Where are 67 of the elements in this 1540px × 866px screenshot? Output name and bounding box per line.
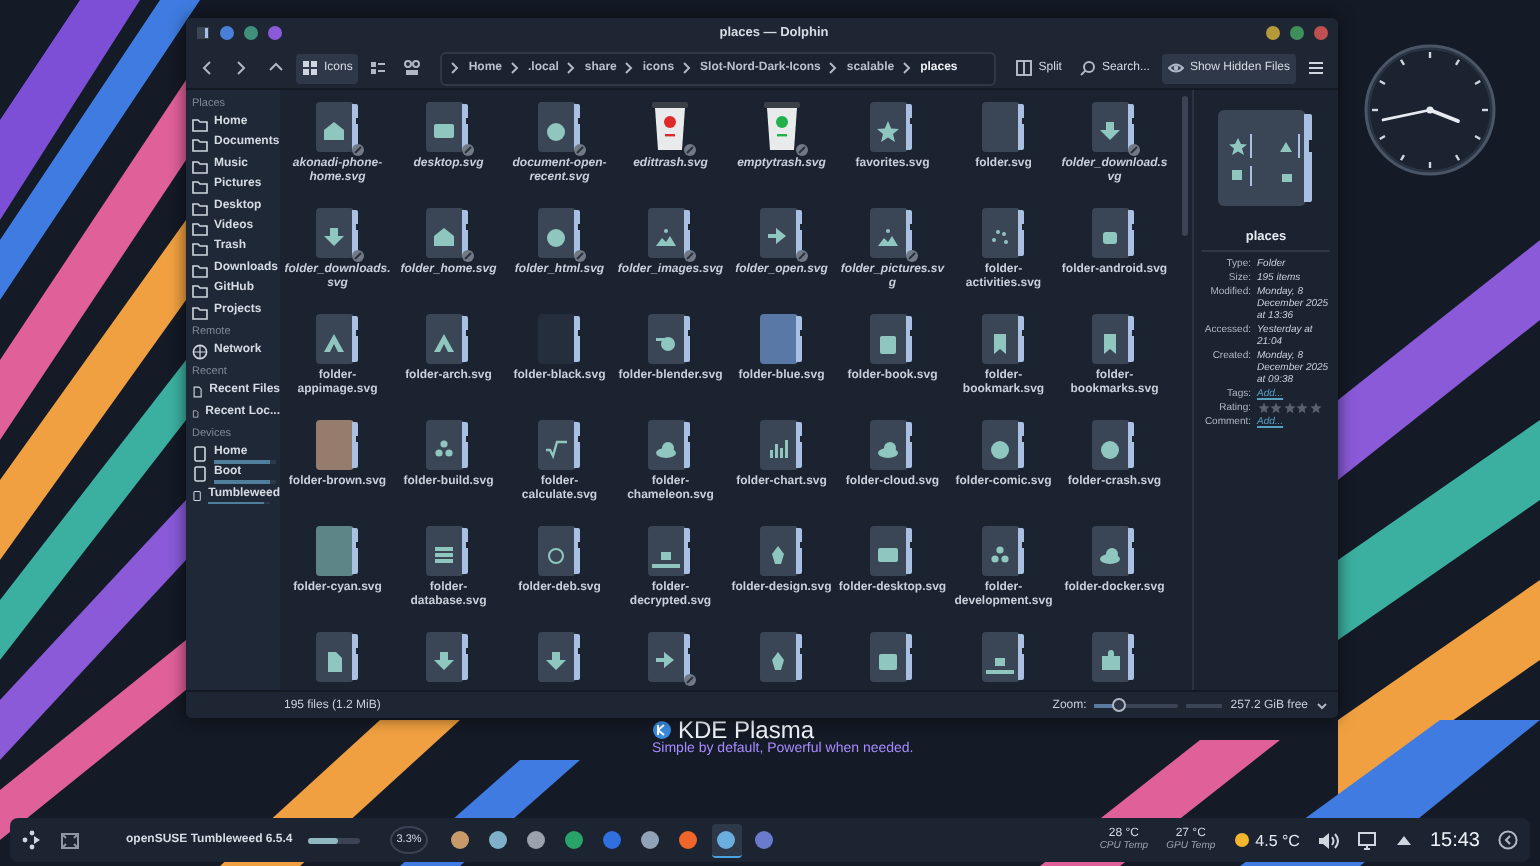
app-icon xyxy=(640,829,661,849)
link-emblem-icon xyxy=(795,144,808,156)
link-emblem-icon xyxy=(573,250,586,262)
chevron-icon xyxy=(828,62,839,74)
link-emblem-icon xyxy=(573,144,586,156)
maximize-button[interactable] xyxy=(1289,26,1304,40)
grid-icon xyxy=(302,60,318,76)
forward-icon xyxy=(234,60,250,76)
chevron-icon xyxy=(902,62,913,74)
taskbar-app-button[interactable] xyxy=(711,823,742,857)
tree-icon xyxy=(404,60,421,76)
list-icon xyxy=(370,60,387,76)
star-icon[interactable] xyxy=(1257,402,1269,414)
link-emblem-icon xyxy=(684,250,697,262)
brand-title: KDE Plasma xyxy=(678,716,815,744)
app-icon xyxy=(716,829,737,849)
link-emblem-icon xyxy=(795,250,808,262)
chevron-icon xyxy=(624,62,635,74)
up-icon xyxy=(268,60,284,76)
analog-clock-drawing xyxy=(1364,44,1496,176)
dropdown-icon[interactable] xyxy=(1316,699,1328,711)
back-circle-icon[interactable] xyxy=(1498,830,1518,850)
app-icon xyxy=(678,829,699,849)
app-icon xyxy=(488,829,509,849)
volume-icon[interactable] xyxy=(1317,831,1340,849)
columns-icon xyxy=(1016,60,1033,76)
link-emblem-icon xyxy=(1128,144,1141,156)
chevron-icon xyxy=(566,62,577,74)
star-icon[interactable] xyxy=(1309,402,1321,414)
sun-icon xyxy=(1233,832,1250,848)
search-icon xyxy=(1079,60,1096,76)
star-icon[interactable] xyxy=(1270,402,1282,414)
logo-icon xyxy=(652,720,672,740)
progress-bar xyxy=(308,837,361,843)
app-icon xyxy=(754,829,775,849)
link-emblem-icon xyxy=(462,144,475,156)
chevron-icon xyxy=(682,62,693,74)
globe-icon xyxy=(192,343,208,360)
link-emblem-icon xyxy=(351,144,364,156)
star-icon[interactable] xyxy=(1283,402,1295,414)
back-icon xyxy=(200,60,216,76)
link-emblem-icon xyxy=(462,250,475,262)
launcher-icon[interactable] xyxy=(22,830,42,850)
monitor-icon[interactable] xyxy=(1357,831,1378,849)
star-icon[interactable] xyxy=(1296,402,1308,414)
chevron-icon xyxy=(510,62,521,74)
close-button[interactable] xyxy=(1313,26,1328,40)
app-icon xyxy=(450,829,471,849)
eye-icon xyxy=(1167,60,1184,76)
link-emblem-icon xyxy=(684,144,697,156)
expand-tray-icon[interactable] xyxy=(1395,834,1412,846)
app-icon xyxy=(602,829,623,849)
clock-time: 15:43 xyxy=(1429,829,1480,851)
link-emblem-icon xyxy=(906,250,919,262)
app-icon xyxy=(196,26,210,40)
chevron-icon xyxy=(450,62,461,74)
link-emblem-icon xyxy=(351,250,364,262)
slider-handle[interactable] xyxy=(1112,697,1127,711)
show-desktop-icon[interactable] xyxy=(60,831,80,849)
menu-icon xyxy=(1308,60,1324,76)
app-icon xyxy=(564,829,585,849)
folder-preview-drawing xyxy=(1214,106,1318,210)
minimize-button[interactable] xyxy=(1265,26,1280,40)
link-emblem-icon xyxy=(684,674,697,686)
temperature-text: 4.5 °C xyxy=(1255,831,1300,849)
scrollbar-thumb[interactable] xyxy=(1182,96,1188,236)
app-icon xyxy=(526,829,547,849)
